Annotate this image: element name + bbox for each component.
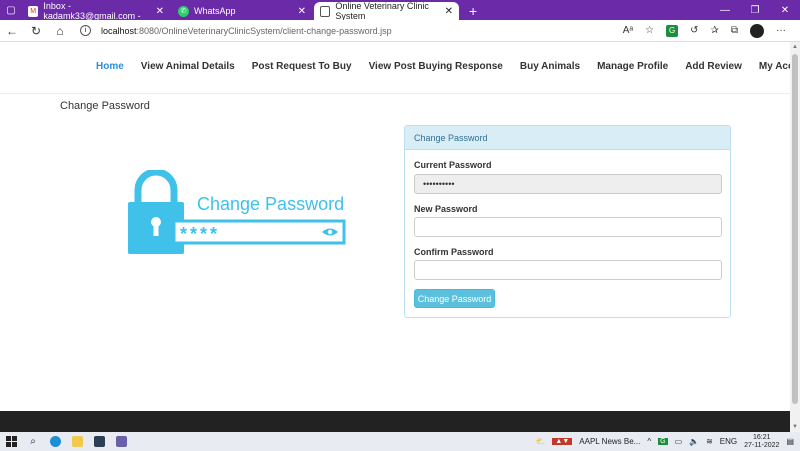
illustration-mask: **** — [180, 224, 220, 244]
change-password-panel: Change Password Current Password New Pas… — [404, 125, 731, 318]
close-window-icon[interactable]: ✕ — [770, 5, 800, 16]
more-icon[interactable]: ··· — [776, 25, 786, 36]
info-icon[interactable]: i — [80, 25, 91, 36]
tab-label: WhatsApp — [194, 6, 236, 16]
new-tab-button[interactable]: + — [461, 2, 485, 20]
tab-whatsapp[interactable]: ✆ WhatsApp ✕ — [172, 2, 312, 20]
tab-label: Online Veterinary Clinic System — [335, 1, 429, 21]
browser-tabbar: ▢ M Inbox - kadamk33@gmail.com - ✕ ✆ Wha… — [0, 0, 800, 21]
clock-time: 16:21 — [753, 433, 771, 441]
search-icon[interactable]: ⌕ — [22, 432, 44, 451]
close-icon[interactable]: ✕ — [298, 6, 306, 17]
news-ticker[interactable]: AAPL News Be... — [579, 437, 640, 446]
back-icon[interactable]: ← — [0, 24, 24, 38]
scroll-down-icon[interactable]: ▼ — [792, 424, 798, 430]
scroll-up-icon[interactable]: ▲ — [792, 44, 798, 50]
confirm-password-label: Confirm Password — [414, 247, 494, 257]
new-password-input[interactable] — [414, 217, 722, 237]
clock[interactable]: 16:21 27-11-2022 — [744, 434, 779, 450]
page-title: Change Password — [60, 100, 150, 112]
file-explorer-icon[interactable] — [66, 432, 88, 451]
gmail-icon: M — [28, 5, 39, 17]
site-navbar: Home View Animal Details Post Request To… — [0, 42, 800, 94]
page-icon — [320, 5, 331, 17]
illustration-heading: Change Password — [197, 194, 344, 214]
battery-icon[interactable]: ▭ — [675, 437, 683, 446]
tab-veterinary[interactable]: Online Veterinary Clinic System ✕ — [314, 1, 459, 21]
tray-app-icon[interactable]: G — [658, 438, 668, 445]
current-password-input[interactable] — [414, 174, 722, 194]
close-icon[interactable]: ✕ — [445, 6, 453, 17]
chevron-up-icon[interactable]: ^ — [647, 437, 651, 446]
nav-view-animal-details[interactable]: View Animal Details — [141, 61, 235, 72]
lock-shackle — [134, 170, 178, 202]
current-password-label: Current Password — [414, 160, 492, 170]
change-password-illustration: Change Password **** — [128, 170, 346, 254]
nav-manage-profile[interactable]: Manage Profile — [597, 61, 668, 72]
volume-icon[interactable]: 🔈 — [689, 437, 699, 446]
minimize-icon[interactable]: — — [710, 5, 740, 16]
reload-icon[interactable]: ↻ — [24, 24, 48, 38]
news-icon: ▲▼ — [552, 438, 573, 445]
notifications-icon[interactable]: ▤ — [786, 437, 794, 446]
page-footer — [0, 411, 790, 432]
page-scrollbar[interactable]: ▲ ▼ — [790, 42, 800, 432]
nav-add-review[interactable]: Add Review — [685, 61, 742, 72]
collections-icon[interactable]: ⧉ — [731, 25, 738, 36]
windows-taskbar: ⌕ ⛅ ▲▼ AAPL News Be... ^ G ▭ 🔈 ≋ ENG 16:… — [0, 432, 800, 451]
clock-date: 27-11-2022 — [744, 441, 780, 449]
address-bar: ← ↻ ⌂ i localhost:8080/OnlineVeterinaryC… — [0, 20, 800, 42]
extension-icon[interactable]: G — [666, 24, 679, 37]
nav-post-request-to-buy[interactable]: Post Request To Buy — [252, 61, 352, 72]
read-aloud-icon[interactable]: Aᵃ — [623, 25, 633, 36]
profile-avatar[interactable] — [750, 23, 764, 38]
scrollbar-thumb[interactable] — [792, 54, 798, 404]
nav-buy-animals[interactable]: Buy Animals — [520, 61, 580, 72]
weather-icon[interactable]: ⛅ — [535, 437, 545, 446]
url-host: localhost — [101, 25, 137, 36]
favorites-icon[interactable]: ✰ — [710, 25, 718, 36]
edge-icon[interactable] — [44, 432, 66, 451]
url-field[interactable]: i localhost:8080/OnlineVeterinaryClinicS… — [80, 25, 392, 36]
favorite-icon[interactable]: ☆ — [645, 25, 654, 36]
app-icon[interactable] — [88, 432, 110, 451]
tab-actions-icon[interactable]: ▢ — [0, 0, 22, 20]
close-icon[interactable]: ✕ — [156, 6, 164, 17]
nav-view-post-buying-response[interactable]: View Post Buying Response — [369, 61, 503, 72]
panel-title: Change Password — [405, 126, 730, 150]
change-password-button[interactable]: Change Password — [414, 289, 495, 308]
keyhole-slot — [153, 224, 159, 236]
url-path: :8080/OnlineVeterinaryClinicSystem/clien… — [136, 25, 392, 36]
restore-icon[interactable]: ❐ — [740, 5, 770, 16]
language-label[interactable]: ENG — [720, 437, 737, 446]
nav-home[interactable]: Home — [96, 61, 124, 72]
wifi-icon[interactable]: ≋ — [706, 437, 713, 446]
new-password-label: New Password — [414, 204, 478, 214]
confirm-password-input[interactable] — [414, 260, 722, 280]
tab-gmail[interactable]: M Inbox - kadamk33@gmail.com - ✕ — [22, 1, 170, 21]
app2-icon[interactable] — [110, 432, 132, 451]
tab-label: Inbox - kadamk33@gmail.com - — [43, 1, 141, 21]
refresh-extension-icon[interactable]: ↺ — [690, 25, 698, 36]
home-icon[interactable]: ⌂ — [48, 24, 72, 38]
windows-start-icon[interactable] — [0, 432, 22, 451]
whatsapp-icon: ✆ — [178, 5, 189, 17]
